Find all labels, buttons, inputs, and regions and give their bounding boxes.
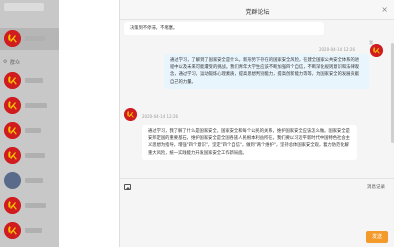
contact-name — [25, 203, 46, 208]
contact-sidebar: ⚙ 群众 — [0, 0, 59, 247]
message-bubble: 决策到不停滞，不堵塞。 — [124, 22, 324, 36]
message-list: 决策到不停滞，不堵塞。 2020-04-14 12:26 我 通过学习，了解到了… — [120, 20, 394, 178]
contact-name — [25, 78, 43, 83]
contact-name — [25, 36, 45, 41]
contact-name — [25, 178, 43, 183]
contact-item[interactable] — [0, 70, 59, 92]
message-time: 2020-04-14 12:26 — [318, 47, 355, 52]
party-emblem-avatar — [4, 122, 21, 139]
contact-name — [25, 228, 42, 233]
image-icon[interactable] — [124, 184, 131, 190]
chat-header: 党群论坛 × — [120, 0, 394, 20]
party-emblem-avatar — [4, 147, 21, 164]
send-button[interactable]: 发送 — [366, 231, 388, 243]
history-link[interactable]: 消息记录 — [367, 184, 385, 190]
contact-item[interactable] — [0, 145, 59, 167]
contact-name — [25, 128, 41, 133]
chat-title: 党群论坛 — [245, 9, 270, 16]
contact-item[interactable] — [0, 28, 59, 50]
contact-item[interactable] — [0, 120, 59, 142]
contact-item[interactable] — [0, 195, 59, 217]
contact-name — [25, 153, 45, 158]
message-bubble: 通过学习，我了解了什么是国家安全，国家安全和每个公民的关系，维护国家安全应该怎么… — [142, 125, 357, 160]
party-emblem-avatar — [4, 30, 21, 47]
contact-item[interactable] — [0, 220, 59, 242]
party-emblem-avatar — [4, 97, 21, 114]
close-icon[interactable]: × — [381, 6, 388, 14]
party-emblem-avatar — [4, 197, 21, 214]
party-emblem-avatar — [124, 108, 137, 121]
sidebar-search-input[interactable] — [4, 3, 44, 11]
message-input-area[interactable]: 消息记录 发送 — [120, 178, 394, 247]
contact-item[interactable] — [0, 170, 59, 192]
contact-name — [25, 103, 47, 108]
group-icon: ⚙ — [3, 59, 8, 65]
message-time: 2020-04-14 12:26 — [142, 114, 179, 119]
party-emblem-avatar — [4, 222, 21, 239]
sidebar-section-label: 群众 — [10, 60, 21, 66]
contact-item[interactable] — [0, 95, 59, 117]
chat-window: 党群论坛 × 决策到不停滞，不堵塞。 2020-04-14 12:26 我 通过… — [119, 0, 394, 247]
message-bubble: 通过学习，了解到了国家安全是什么，新形势下存在的国家安全风险，在建全国家公共安全… — [164, 54, 369, 89]
party-emblem-avatar — [4, 72, 21, 89]
party-emblem-avatar — [370, 44, 383, 57]
user-photo-avatar — [4, 172, 21, 189]
